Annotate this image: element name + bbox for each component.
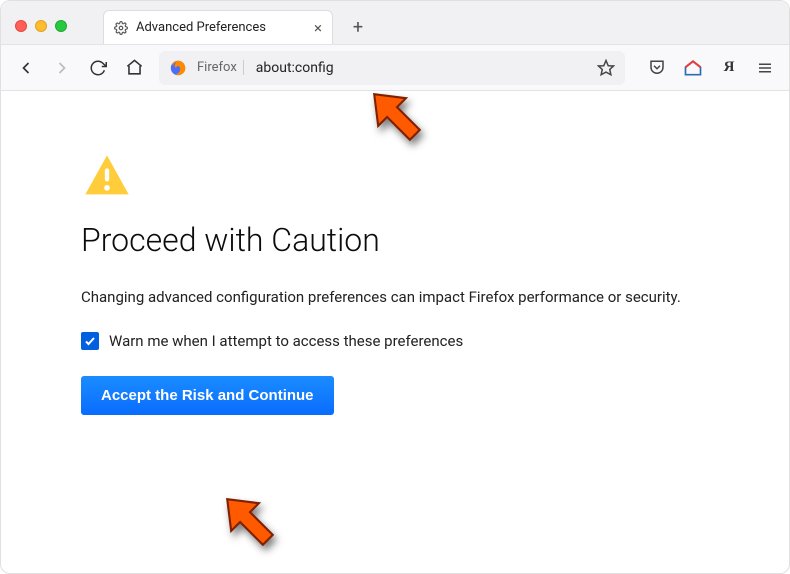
warn-checkbox-row[interactable]: Warn me when I attempt to access these p… [81,332,709,350]
titlebar: Advanced Preferences × + [1,1,789,45]
pocket-icon[interactable] [647,58,667,78]
window-minimize-button[interactable] [35,20,47,32]
firefox-logo-icon [169,59,187,77]
warn-checkbox[interactable] [81,332,99,350]
toolbar-right-icons: Я [647,58,775,78]
window-close-button[interactable] [15,20,27,32]
annotation-arrow-urlbar [361,81,431,151]
window-zoom-button[interactable] [55,20,67,32]
forward-button[interactable] [51,57,73,79]
page-heading: Proceed with Caution [81,221,709,259]
accept-risk-button[interactable]: Accept the Risk and Continue [81,376,334,415]
annotation-arrow-button [214,486,284,556]
back-button[interactable] [15,57,37,79]
tab-title: Advanced Preferences [136,20,266,35]
menu-button[interactable] [755,58,775,78]
reload-button[interactable] [87,57,109,79]
warning-icon [81,151,709,203]
home-button[interactable] [123,57,145,79]
new-tab-button[interactable]: + [343,12,373,42]
tab-close-button[interactable]: × [314,19,322,37]
window-controls [9,20,73,44]
extension-home-icon[interactable] [683,58,703,78]
url-identity-label: Firefox [197,60,244,75]
tab-advanced-preferences[interactable]: Advanced Preferences × [103,10,333,44]
page-description: Changing advanced configuration preferen… [81,287,709,308]
yandex-icon[interactable]: Я [719,58,739,78]
address-bar[interactable]: Firefox about:config [159,51,625,85]
gear-icon [114,21,128,35]
url-text: about:config [254,60,334,76]
bookmark-star-icon[interactable] [597,59,615,77]
warn-checkbox-label: Warn me when I attempt to access these p… [109,332,463,350]
